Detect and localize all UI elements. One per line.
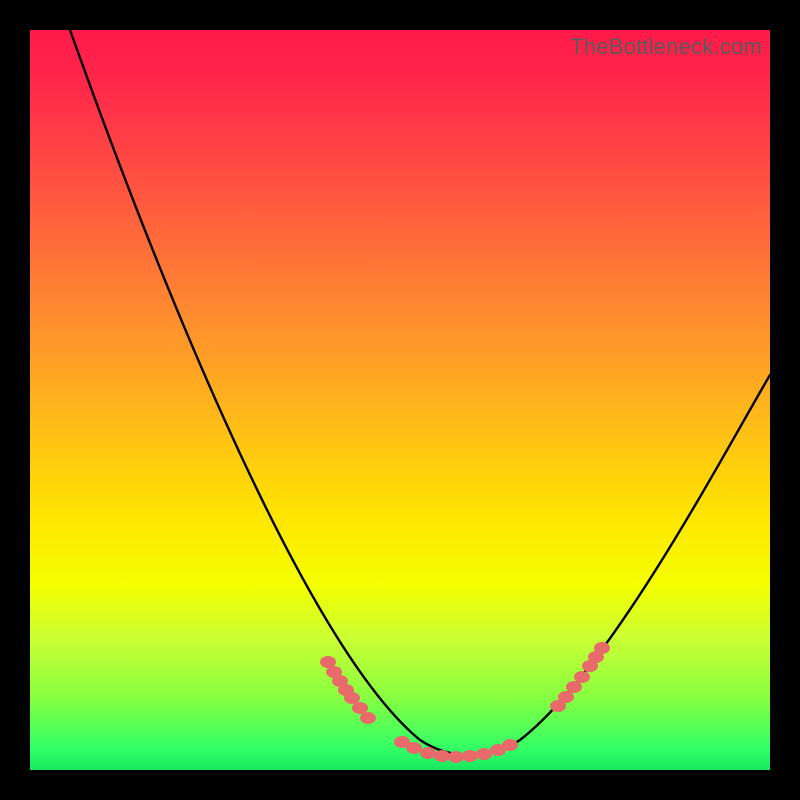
- data-point: [574, 671, 590, 683]
- data-point: [406, 742, 422, 754]
- data-point: [594, 642, 610, 654]
- data-points: [320, 642, 610, 763]
- chart-frame: TheBottleneck.com: [0, 0, 800, 800]
- bottleneck-curve: [70, 30, 770, 755]
- plot-area: TheBottleneck.com: [30, 30, 770, 770]
- data-point: [360, 712, 376, 724]
- data-point: [434, 750, 450, 762]
- data-point: [352, 702, 368, 714]
- data-point: [420, 747, 436, 759]
- watermark-text: TheBottleneck.com: [570, 34, 762, 60]
- data-point: [476, 748, 492, 760]
- data-point: [558, 691, 574, 703]
- data-point: [344, 692, 360, 704]
- data-point: [462, 750, 478, 762]
- data-point: [566, 681, 582, 693]
- data-point: [502, 739, 518, 751]
- data-point: [448, 751, 464, 763]
- chart-svg: [30, 30, 770, 770]
